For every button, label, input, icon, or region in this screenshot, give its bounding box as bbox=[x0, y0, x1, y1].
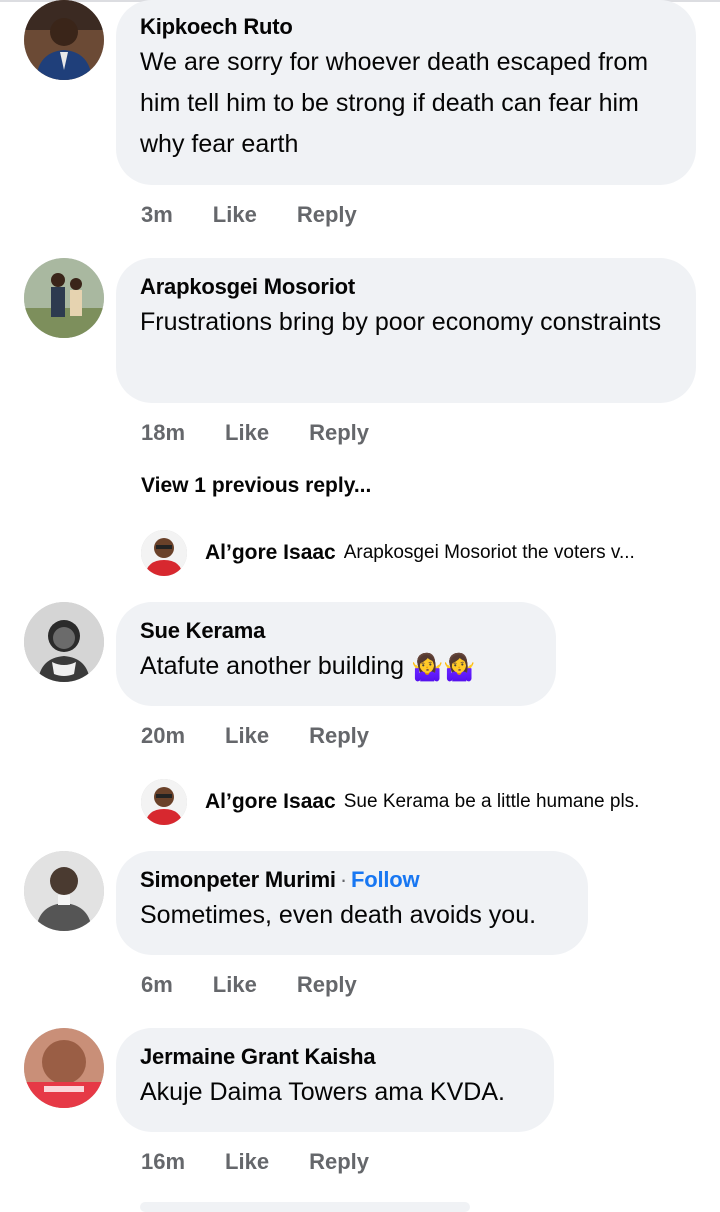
comment-header: Simonpeter Murimi · Follow bbox=[140, 865, 564, 895]
comment-author[interactable]: Sue Kerama bbox=[140, 616, 532, 646]
comment-text: Frustrations bring by poor economy const… bbox=[140, 308, 662, 336]
comment-actions: 18m Like Reply bbox=[141, 420, 369, 446]
comment-time: 18m bbox=[141, 420, 186, 445]
view-previous-replies-link[interactable]: View 1 previous reply... bbox=[141, 474, 371, 498]
comment-author[interactable]: Simonpeter Murimi bbox=[140, 867, 336, 892]
avatar[interactable] bbox=[24, 851, 104, 931]
reply-text: Arapkosgei Mosoriot the voters v... bbox=[343, 542, 635, 563]
follow-button[interactable]: Follow bbox=[351, 867, 420, 892]
comment-time: 6m bbox=[141, 972, 173, 997]
avatar[interactable] bbox=[24, 258, 104, 338]
comment-text-line: Atafute another building 🤷‍♀️🤷‍♀️ bbox=[140, 646, 532, 688]
comment-bubble: Arapkosgei Mosoriot Frustrations bring b… bbox=[116, 258, 696, 403]
reply-author[interactable]: Al’gore Isaac bbox=[205, 541, 336, 565]
comment-actions: 16m Like Reply bbox=[141, 1149, 369, 1175]
avatar[interactable] bbox=[24, 0, 104, 80]
reply-button[interactable]: Reply bbox=[297, 202, 357, 228]
reply-button[interactable]: Reply bbox=[309, 420, 369, 446]
comment-bubble: Sue Kerama Atafute another building 🤷‍♀️… bbox=[116, 602, 556, 706]
like-button[interactable]: Like bbox=[225, 420, 269, 446]
comment-bubble: Jermaine Grant Kaisha Akuje Daima Towers… bbox=[116, 1028, 554, 1132]
comment-bubble: Kipkoech Ruto We are sorry for whoever d… bbox=[116, 0, 696, 185]
comment-text: Akuje Daima Towers ama KVDA. bbox=[140, 1078, 505, 1106]
reply-button[interactable]: Reply bbox=[309, 1149, 369, 1175]
reply-author[interactable]: Al’gore Isaac bbox=[205, 790, 336, 814]
reply-preview[interactable]: Al’gore Isaac Sue Kerama be a little hum… bbox=[141, 779, 701, 825]
shrug-emoji-icon: 🤷‍♀️🤷‍♀️ bbox=[411, 651, 476, 682]
like-button[interactable]: Like bbox=[213, 202, 257, 228]
comment-text: Atafute another building bbox=[140, 652, 405, 680]
like-button[interactable]: Like bbox=[225, 1149, 269, 1175]
comment-text: We are sorry for whoever death escaped f… bbox=[140, 48, 649, 158]
comment-actions: 3m Like Reply bbox=[141, 202, 357, 228]
comment-text: Sometimes, even death avoids you. bbox=[140, 901, 537, 929]
avatar[interactable] bbox=[141, 779, 187, 825]
like-button[interactable]: Like bbox=[225, 723, 269, 749]
avatar[interactable] bbox=[141, 530, 187, 576]
comment-author[interactable]: Jermaine Grant Kaisha bbox=[140, 1042, 530, 1072]
avatar[interactable] bbox=[24, 1028, 104, 1108]
reply-preview[interactable]: Al’gore Isaac Arapkosgei Mosoriot the vo… bbox=[141, 530, 701, 576]
comment-actions: 20m Like Reply bbox=[141, 723, 369, 749]
reply-button[interactable]: Reply bbox=[297, 972, 357, 998]
comment-bubble: Simonpeter Murimi · Follow Sometimes, even… bbox=[116, 851, 588, 955]
comment-time: 16m bbox=[141, 1149, 186, 1174]
comment-actions: 6m Like Reply bbox=[141, 972, 357, 998]
reply-text: Sue Kerama be a little humane pls. bbox=[343, 791, 640, 812]
comment-author[interactable]: Kipkoech Ruto bbox=[140, 12, 672, 42]
like-button[interactable]: Like bbox=[213, 972, 257, 998]
reply-button[interactable]: Reply bbox=[309, 723, 369, 749]
comment-time: 3m bbox=[141, 202, 173, 227]
comment-author[interactable]: Arapkosgei Mosoriot bbox=[140, 272, 672, 302]
comment-time: 20m bbox=[141, 723, 186, 748]
next-comment-bubble-edge bbox=[140, 1202, 470, 1212]
separator-dot: · bbox=[339, 867, 347, 892]
avatar[interactable] bbox=[24, 602, 104, 682]
